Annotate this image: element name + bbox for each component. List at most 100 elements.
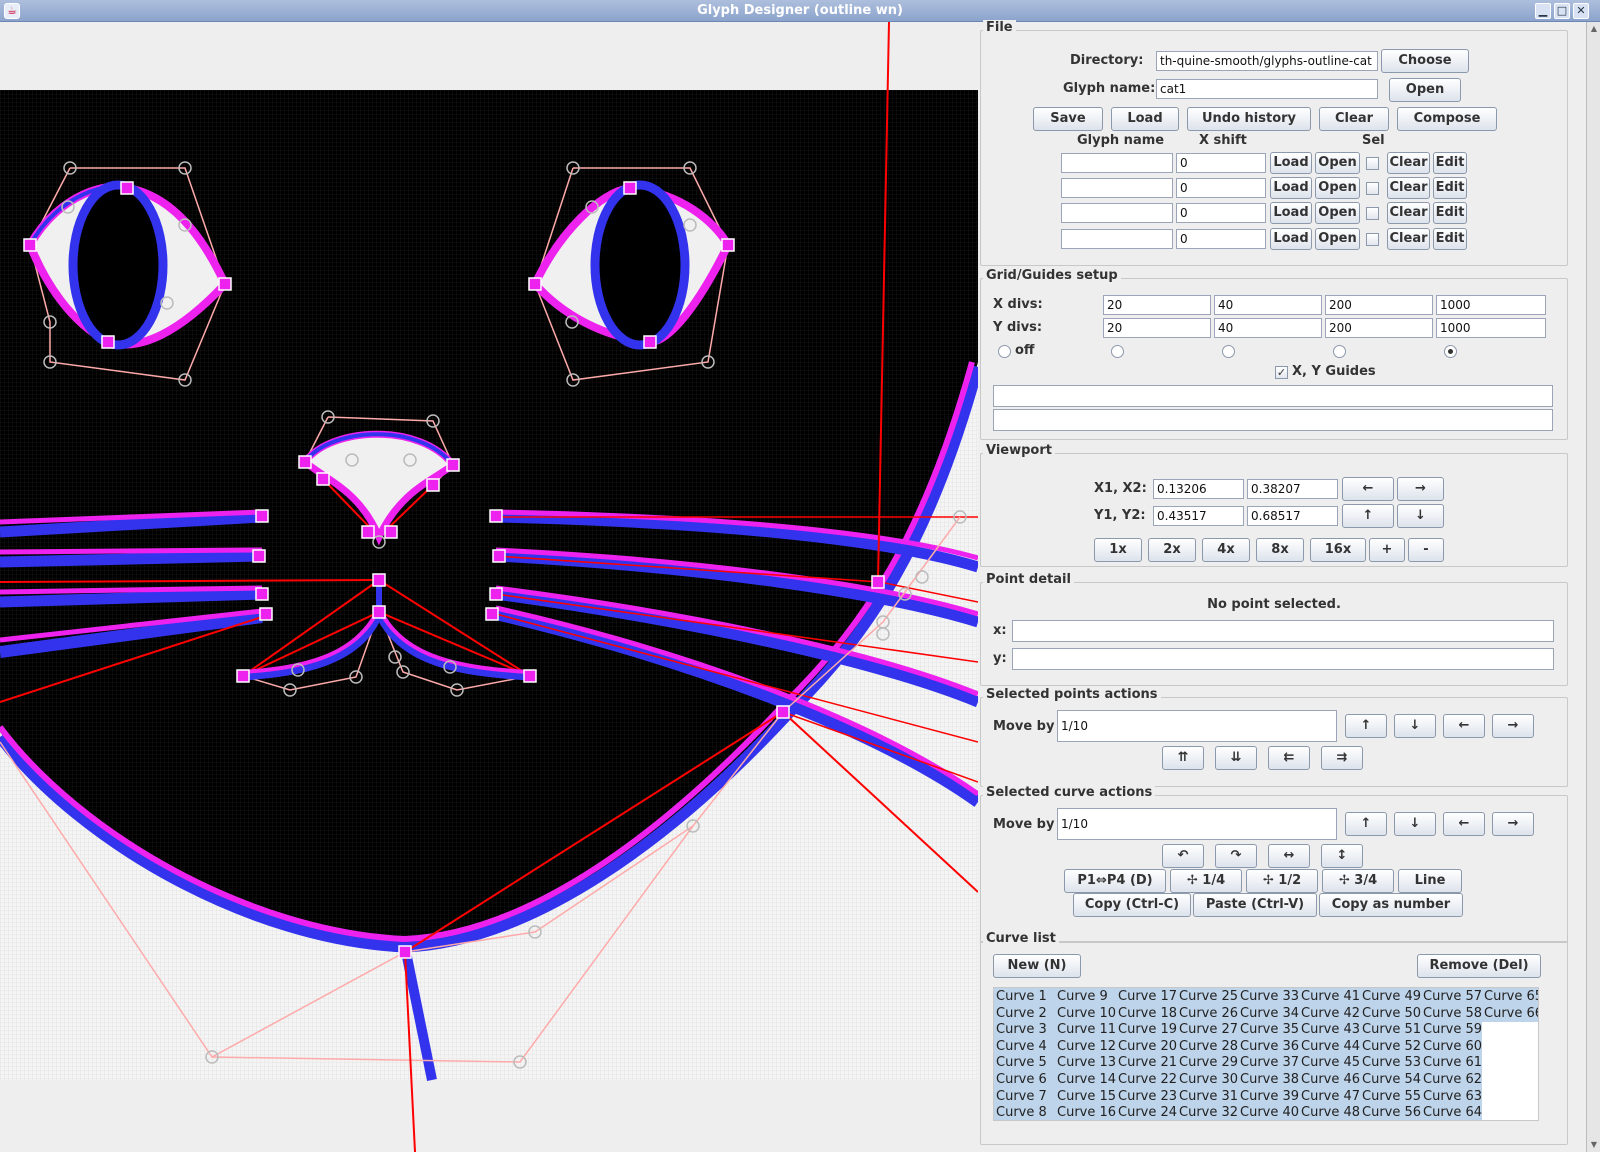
zoom-out-button[interactable]: -	[1408, 538, 1444, 562]
compose-x-shift-input[interactable]: 0	[1176, 203, 1266, 223]
y-divs-input[interactable]: 200	[1325, 318, 1433, 338]
rotate-ccw-button[interactable]: ↶	[1162, 844, 1204, 868]
curve-list-item[interactable]: Curve 46	[1299, 1071, 1360, 1088]
zoom-8x-button[interactable]: 8x	[1256, 538, 1304, 562]
compose-clear-button[interactable]: Clear	[1387, 228, 1430, 250]
curve-list-item[interactable]: Curve 45	[1299, 1054, 1360, 1072]
curve-list-item[interactable]: Curve 41	[1299, 988, 1360, 1005]
points-move-left-button[interactable]: ←	[1443, 714, 1485, 738]
points-move-right-button[interactable]: →	[1492, 714, 1534, 738]
curve-list-item[interactable]: Curve 5	[994, 1054, 1055, 1072]
compose-glyph-name-input[interactable]	[1061, 203, 1173, 223]
x-divs-input[interactable]: 1000	[1436, 295, 1546, 315]
curve-list-item[interactable]: Curve 65	[1482, 988, 1538, 1005]
y-divs-input[interactable]: 40	[1214, 318, 1322, 338]
undo-history-button[interactable]: Undo history	[1187, 107, 1311, 131]
y-divs-input[interactable]: 1000	[1436, 318, 1546, 338]
remove-curve-button[interactable]: Remove (Del)	[1417, 954, 1541, 978]
curve-list-item[interactable]: Curve 7	[994, 1087, 1055, 1105]
points-move-down-button[interactable]: ↓	[1394, 714, 1436, 738]
curve-move-up-button[interactable]: ↑	[1345, 812, 1387, 836]
compose-open-button[interactable]: Open	[1315, 177, 1360, 199]
curve-list-item[interactable]: Curve 6	[994, 1071, 1055, 1088]
curve-list-item[interactable]: Curve 2	[994, 1004, 1055, 1022]
curve-list-item[interactable]: Curve 39	[1238, 1087, 1299, 1105]
compose-open-button[interactable]: Open	[1315, 228, 1360, 250]
save-button[interactable]: Save	[1033, 107, 1103, 131]
choose-button[interactable]: Choose	[1381, 49, 1469, 73]
curve-list-item[interactable]: Curve 13	[1055, 1054, 1116, 1072]
compose-load-button[interactable]: Load	[1270, 228, 1312, 250]
zoom-in-button[interactable]: +	[1369, 538, 1405, 562]
x-guides-input[interactable]	[993, 385, 1553, 407]
zoom-16x-button[interactable]: 16x	[1310, 538, 1366, 562]
xy-guides-checkbox[interactable]: ✓	[1275, 366, 1288, 379]
curve-list-item[interactable]: Curve 35	[1238, 1021, 1299, 1039]
curve-list-item[interactable]: Curve 60	[1421, 1037, 1482, 1055]
curve-move-down-button[interactable]: ↓	[1394, 812, 1436, 836]
curve-list-item[interactable]: Curve 38	[1238, 1071, 1299, 1088]
y-divs-input[interactable]: 20	[1103, 318, 1211, 338]
rotate-cw-button[interactable]: ↷	[1215, 844, 1257, 868]
compose-clear-button[interactable]: Clear	[1387, 202, 1430, 224]
grid-level-1-radio[interactable]	[1111, 345, 1124, 358]
pan-up-button[interactable]: ↑	[1342, 504, 1394, 528]
curve-list-item[interactable]: Curve 1	[994, 988, 1055, 1005]
curve-list-item[interactable]: Curve 47	[1299, 1087, 1360, 1105]
compose-edit-button[interactable]: Edit	[1433, 202, 1467, 224]
directory-field[interactable]: th-quine-smooth/glyphs-outline-cat	[1156, 51, 1378, 71]
curve-list-item[interactable]: Curve 12	[1055, 1037, 1116, 1055]
curve-list-item[interactable]: Curve 59	[1421, 1021, 1482, 1039]
curve-list-item[interactable]: Curve 30	[1177, 1071, 1238, 1088]
zoom-4x-button[interactable]: 4x	[1202, 538, 1250, 562]
curve-list-item[interactable]: Curve 62	[1421, 1071, 1482, 1088]
compose-edit-button[interactable]: Edit	[1433, 228, 1467, 250]
compose-sel-checkbox[interactable]	[1366, 207, 1379, 220]
copy-as-number-button[interactable]: Copy as number	[1319, 893, 1463, 917]
curve-list-item[interactable]: Curve 56	[1360, 1104, 1421, 1120]
curve-list-item[interactable]: Curve 43	[1299, 1021, 1360, 1039]
curve-list-item[interactable]: Curve 49	[1360, 988, 1421, 1005]
split-half-button[interactable]: ✢ 1/2	[1246, 869, 1318, 893]
compose-load-button[interactable]: Load	[1270, 152, 1312, 174]
curve-list-item[interactable]: Curve 66	[1482, 1004, 1538, 1022]
curve-list-item[interactable]: Curve 42	[1299, 1004, 1360, 1022]
points-move-down-big-button[interactable]: ⇊	[1215, 746, 1257, 770]
compose-sel-checkbox[interactable]	[1366, 182, 1379, 195]
compose-load-button[interactable]: Load	[1270, 202, 1312, 224]
flip-horizontal-button[interactable]: ↔	[1268, 844, 1310, 868]
curve-list-item[interactable]: Curve 24	[1116, 1104, 1177, 1120]
curve-list-item[interactable]: Curve 15	[1055, 1087, 1116, 1105]
load-button[interactable]: Load	[1111, 107, 1179, 131]
curve-list-item[interactable]: Curve 20	[1116, 1037, 1177, 1055]
curve-move-left-button[interactable]: ←	[1443, 812, 1485, 836]
compose-glyph-name-input[interactable]	[1061, 229, 1173, 249]
curve-list-item[interactable]: Curve 23	[1116, 1087, 1177, 1105]
curve-list[interactable]: Curve 1 Curve 2 Curve 3 Curve 4 Curve 5 Curve…	[993, 987, 1539, 1121]
curve-list-item[interactable]: Curve 52	[1360, 1037, 1421, 1055]
compose-button[interactable]: Compose	[1397, 107, 1497, 131]
curve-list-item[interactable]: Curve 31	[1177, 1087, 1238, 1105]
compose-clear-button[interactable]: Clear	[1387, 177, 1430, 199]
curve-list-item[interactable]: Curve 57	[1421, 988, 1482, 1005]
curve-list-item[interactable]: Curve 51	[1360, 1021, 1421, 1039]
curve-list-item[interactable]: Curve 48	[1299, 1104, 1360, 1120]
curve-list-item[interactable]: Curve 34	[1238, 1004, 1299, 1022]
curve-move-by-input[interactable]: 1/10	[1057, 808, 1337, 840]
curve-list-item[interactable]: Curve 3	[994, 1021, 1055, 1039]
split-quarter-button[interactable]: ✢ 1/4	[1170, 869, 1242, 893]
curve-list-item[interactable]: Curve 18	[1116, 1004, 1177, 1022]
glyph-canvas[interactable]	[0, 22, 978, 1152]
compose-open-button[interactable]: Open	[1315, 152, 1360, 174]
x2-input[interactable]: 0.38207	[1247, 479, 1338, 499]
y2-input[interactable]: 0.68517	[1247, 506, 1338, 526]
open-button[interactable]: Open	[1389, 78, 1461, 102]
compose-open-button[interactable]: Open	[1315, 202, 1360, 224]
compose-sel-checkbox[interactable]	[1366, 157, 1379, 170]
curve-list-item[interactable]: Curve 22	[1116, 1071, 1177, 1088]
curve-list-item[interactable]: Curve 27	[1177, 1021, 1238, 1039]
copy-button[interactable]: Copy (Ctrl-C)	[1073, 893, 1191, 917]
curve-list-item[interactable]: Curve 58	[1421, 1004, 1482, 1022]
compose-load-button[interactable]: Load	[1270, 177, 1312, 199]
curve-list-item[interactable]: Curve 19	[1116, 1021, 1177, 1039]
